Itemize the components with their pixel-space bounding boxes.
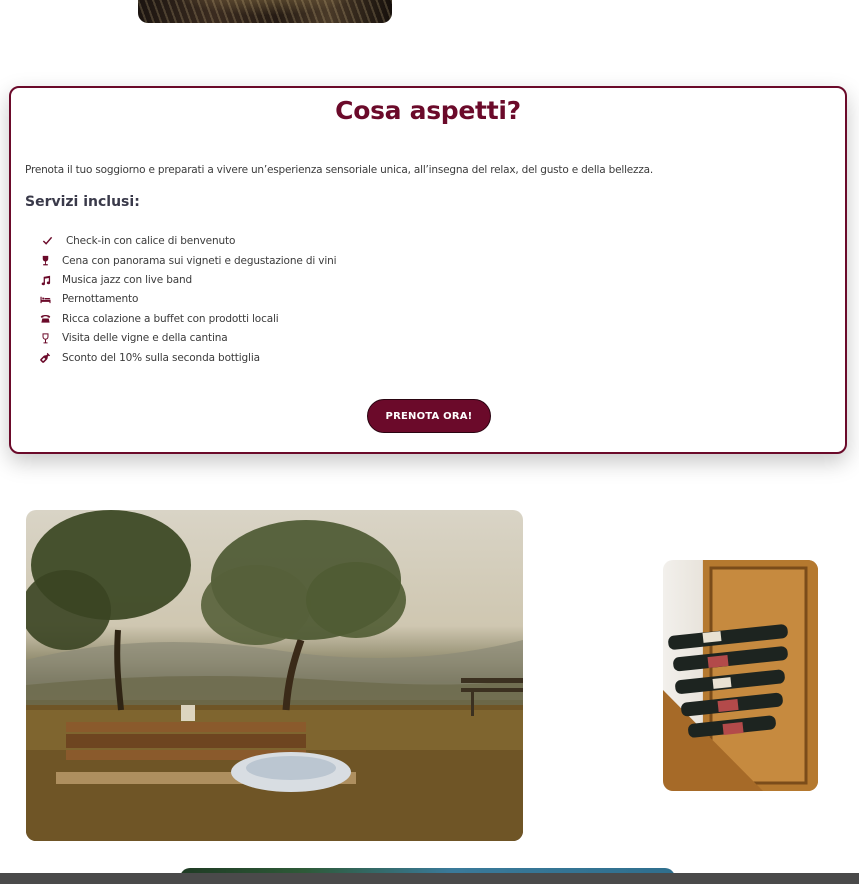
service-item: Pernottamento xyxy=(39,290,336,309)
service-label: Visita delle vigne e della cantina xyxy=(62,332,228,345)
wine-bottle-icon xyxy=(39,352,51,364)
event-photo-top xyxy=(138,0,392,23)
service-label: Pernottamento xyxy=(62,293,139,306)
service-label: Sconto del 10% sulla seconda bottiglia xyxy=(62,351,260,364)
check-icon xyxy=(41,235,53,247)
services-title: Servizi inclusi: xyxy=(25,194,140,210)
wine-glass-icon xyxy=(39,255,51,267)
what-to-expect-card: Cosa aspetti? Prenota il tuo soggiorno e… xyxy=(9,86,847,454)
music-note-icon xyxy=(39,274,51,286)
book-now-button[interactable]: PRENOTA ORA! xyxy=(367,399,491,433)
service-label: Cena con panorama sui vigneti e degustaz… xyxy=(62,254,337,267)
services-list: Check-in con calice di benvenuto Cena co… xyxy=(39,230,337,367)
service-label: Check-in con calice di benvenuto xyxy=(66,234,236,247)
service-item: Cena con panorama sui vigneti e degustaz… xyxy=(39,251,337,270)
service-label: Musica jazz con live band xyxy=(62,274,193,287)
service-item: Visita delle vigne e della cantina xyxy=(39,329,336,348)
section-title: Cosa aspetti? xyxy=(335,96,521,125)
wine-glass-outline-icon xyxy=(39,332,51,344)
service-item: Musica jazz con live band xyxy=(39,270,336,289)
bottom-bar xyxy=(0,873,859,884)
bed-icon xyxy=(39,293,51,305)
service-label: Ricca colazione a buffet con prodotti lo… xyxy=(62,312,279,325)
section-intro: Prenota il tuo soggiorno e preparati a v… xyxy=(25,164,654,176)
wine-rack-photo xyxy=(663,560,818,791)
olive-garden-photo xyxy=(26,510,523,841)
phone-icon xyxy=(39,313,51,325)
service-item: Ricca colazione a buffet con prodotti lo… xyxy=(39,309,336,328)
page: Cosa aspetti? Prenota il tuo soggiorno e… xyxy=(0,0,859,884)
service-item: Check-in con calice di benvenuto xyxy=(39,230,336,251)
service-item: Sconto del 10% sulla seconda bottiglia xyxy=(39,348,336,367)
